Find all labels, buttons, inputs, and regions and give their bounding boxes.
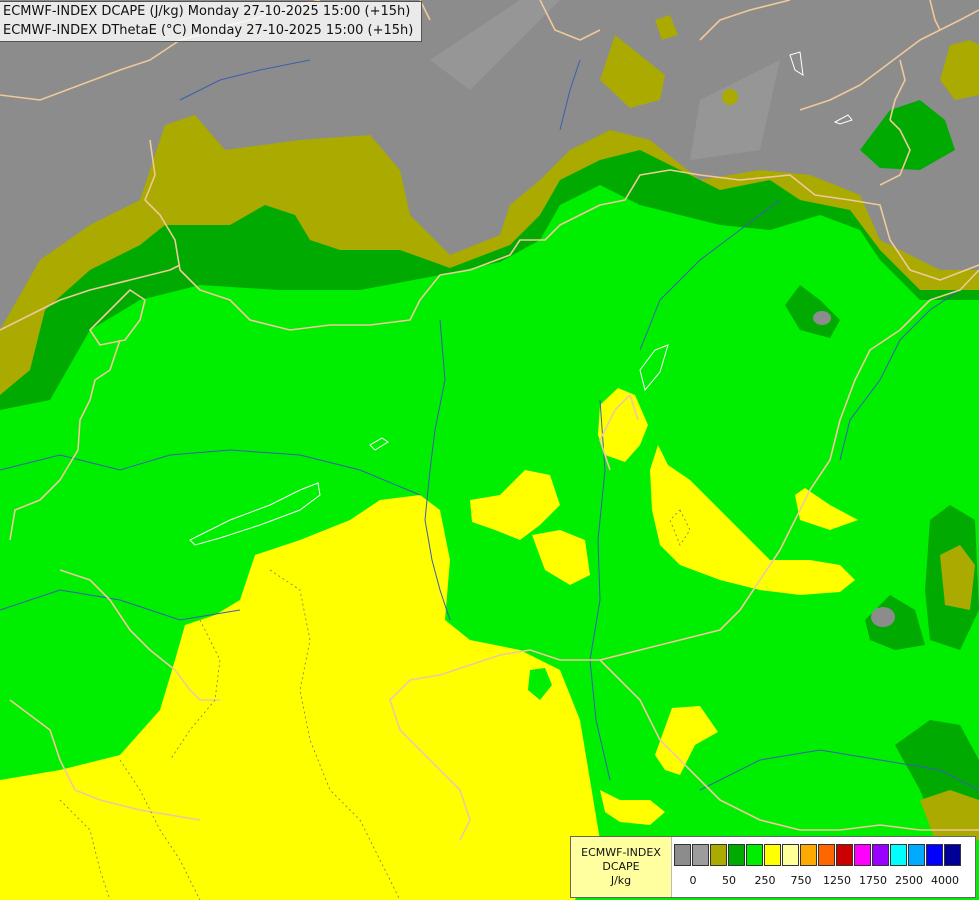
legend-swatch — [728, 844, 745, 866]
legend-tick-label: 2500 — [895, 874, 923, 887]
gray-hole-ring — [813, 311, 831, 325]
title-dthetae: ECMWF-INDEX DThetaE (°C) Monday 27-10-20… — [3, 23, 414, 38]
legend-swatch — [926, 844, 943, 866]
legend-ticks: 0 50 250 750 1250 1750 2500 4000 — [674, 874, 974, 888]
legend-swatch — [782, 844, 799, 866]
legend-tick-label: 0 — [689, 874, 697, 887]
legend-swatch — [944, 844, 961, 866]
gray-hole-se — [871, 607, 895, 627]
map-title-box: ECMWF-INDEX DCAPE (J/kg) Monday 27-10-20… — [0, 1, 422, 42]
legend-title-box: ECMWF-INDEX DCAPE J/kg — [571, 837, 672, 897]
legend-title-line2: DCAPE — [602, 860, 640, 873]
legend-swatch — [746, 844, 763, 866]
legend-swatch — [800, 844, 817, 866]
legend-tick-label: 250 — [754, 874, 776, 887]
title-dcape: ECMWF-INDEX DCAPE (J/kg) Monday 27-10-20… — [3, 4, 411, 19]
legend-tick-label: 1250 — [823, 874, 851, 887]
legend-tick-label: 1750 — [859, 874, 887, 887]
legend-title-line1: ECMWF-INDEX — [581, 846, 661, 859]
legend-swatch — [764, 844, 781, 866]
legend-swatch — [710, 844, 727, 866]
dcape-map — [0, 0, 979, 900]
olive-patch-dot — [722, 89, 738, 105]
color-legend: ECMWF-INDEX DCAPE J/kg 0 50 250 750 1250 1750… — [570, 836, 976, 898]
legend-swatch — [674, 844, 691, 866]
legend-swatch — [692, 844, 709, 866]
legend-swatch — [854, 844, 871, 866]
legend-unit: J/kg — [610, 874, 632, 887]
legend-swatch — [872, 844, 889, 866]
legend-swatch — [836, 844, 853, 866]
legend-tick-label: 4000 — [931, 874, 959, 887]
legend-swatches — [674, 844, 962, 866]
legend-tick-label: 50 — [722, 874, 736, 887]
legend-tick-label: 750 — [790, 874, 812, 887]
legend-swatch — [908, 844, 925, 866]
legend-swatch — [818, 844, 835, 866]
legend-swatch — [890, 844, 907, 866]
